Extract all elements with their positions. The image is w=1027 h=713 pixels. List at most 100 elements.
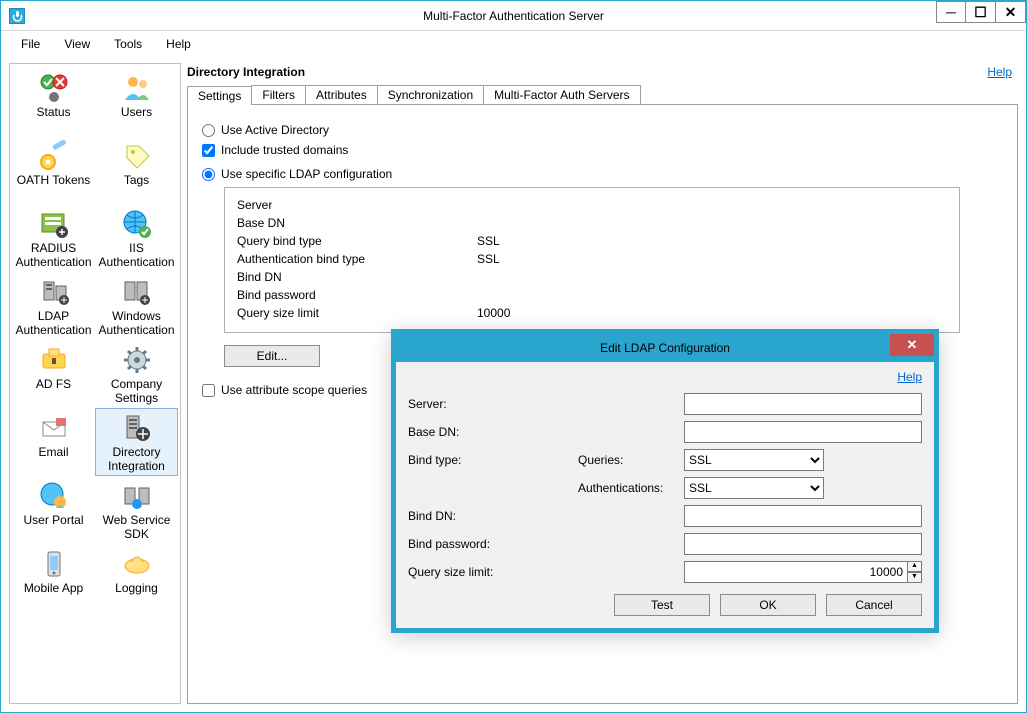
use-ad-radio[interactable] <box>202 124 215 137</box>
close-button[interactable]: ✕ <box>996 1 1026 23</box>
sidebar-item-label: Windows Authentication <box>98 310 175 338</box>
use-ldap-row: Use specific LDAP configuration <box>202 167 1003 181</box>
body: Status Users OATH Tokens Tags RADIUS Aut… <box>1 57 1026 712</box>
tag-icon <box>121 140 153 172</box>
sidebar: Status Users OATH Tokens Tags RADIUS Aut… <box>9 63 181 704</box>
dlg-queries-label: Queries: <box>578 453 684 467</box>
menu-file[interactable]: File <box>11 35 50 53</box>
status-icon <box>38 72 70 104</box>
edit-ldap-dialog: Edit LDAP Configuration ✕ Help Server: B… <box>391 329 939 633</box>
tab-settings[interactable]: Settings <box>187 86 252 105</box>
dlg-bindpw-label: Bind password: <box>408 537 578 551</box>
sdk-icon <box>121 480 153 512</box>
use-ldap-label: Use specific LDAP configuration <box>221 167 392 181</box>
portal-icon <box>38 480 70 512</box>
dlg-queries-select[interactable]: SSL <box>684 449 824 471</box>
sidebar-item-email[interactable]: Email <box>12 408 95 476</box>
edit-button[interactable]: Edit... <box>224 345 320 367</box>
sidebar-item-label: RADIUS Authentication <box>15 242 92 270</box>
sidebar-item-sdk[interactable]: Web Service SDK <box>95 476 178 544</box>
sidebar-item-tags[interactable]: Tags <box>95 136 178 204</box>
sidebar-item-label: Company Settings <box>98 378 175 406</box>
help-link[interactable]: Help <box>987 65 1018 79</box>
sidebar-item-directory[interactable]: Directory Integration <box>95 408 178 476</box>
key-icon <box>38 140 70 172</box>
app-icon <box>9 8 25 24</box>
dialog-help-link[interactable]: Help <box>408 370 922 384</box>
dlg-auth-select[interactable]: SSL <box>684 477 824 499</box>
spin-up[interactable]: ▲ <box>907 561 922 572</box>
use-ldap-radio[interactable] <box>202 168 215 181</box>
ldap-basedn-key: Base DN <box>237 214 477 232</box>
dlg-bindpw-input[interactable] <box>684 533 922 555</box>
sidebar-item-logging[interactable]: Logging <box>95 544 178 612</box>
sidebar-item-label: Directory Integration <box>98 446 175 474</box>
sidebar-item-label: Status <box>36 106 70 120</box>
sidebar-item-company[interactable]: Company Settings <box>95 340 178 408</box>
ldap-abind-val: SSL <box>477 250 500 268</box>
cancel-button[interactable]: Cancel <box>826 594 922 616</box>
sidebar-item-label: LDAP Authentication <box>15 310 92 338</box>
iis-icon <box>121 208 153 240</box>
mail-icon <box>38 412 70 444</box>
dlg-basedn-label: Base DN: <box>408 425 578 439</box>
titlebar: Multi-Factor Authentication Server ─ ☐ ✕ <box>1 1 1026 31</box>
sidebar-item-label: Tags <box>124 174 149 188</box>
sidebar-item-users[interactable]: Users <box>95 68 178 136</box>
gear-icon <box>121 344 153 376</box>
attr-scope-checkbox[interactable] <box>202 384 215 397</box>
sidebar-item-status[interactable]: Status <box>12 68 95 136</box>
dlg-auth-label: Authentications: <box>578 481 684 495</box>
sidebar-item-mobile[interactable]: Mobile App <box>12 544 95 612</box>
window-buttons: ─ ☐ ✕ <box>936 1 1026 23</box>
spin-down[interactable]: ▼ <box>907 572 922 583</box>
sidebar-item-oath[interactable]: OATH Tokens <box>12 136 95 204</box>
menu-help[interactable]: Help <box>156 35 201 53</box>
sidebar-item-iis[interactable]: IIS Authentication <box>95 204 178 272</box>
dlg-server-input[interactable] <box>684 393 922 415</box>
tabs: Settings Filters Attributes Synchronizat… <box>187 85 1018 104</box>
ldap-qsize-key: Query size limit <box>237 304 477 322</box>
ldap-server-key: Server <box>237 196 477 214</box>
sidebar-item-ldap[interactable]: LDAP Authentication <box>12 272 95 340</box>
dialog-buttons: Test OK Cancel <box>408 594 922 616</box>
test-button[interactable]: Test <box>614 594 710 616</box>
sidebar-item-label: User Portal <box>23 514 83 528</box>
dlg-qsize-input[interactable] <box>684 561 908 583</box>
dialog-close-button[interactable]: ✕ <box>890 334 934 356</box>
dialog-body: Help Server: Base DN: Bind type:Queries:… <box>396 362 934 628</box>
sidebar-item-label: IIS Authentication <box>98 242 175 270</box>
tab-sync[interactable]: Synchronization <box>377 85 484 104</box>
tab-filters[interactable]: Filters <box>251 85 306 104</box>
menu-view[interactable]: View <box>54 35 100 53</box>
dlg-basedn-input[interactable] <box>684 421 922 443</box>
use-ad-row: Use Active Directory <box>202 123 1003 137</box>
windows-icon <box>121 276 153 308</box>
use-ad-label: Use Active Directory <box>221 123 329 137</box>
ldap-qbind-key: Query bind type <box>237 232 477 250</box>
tab-mfaservers[interactable]: Multi-Factor Auth Servers <box>483 85 640 104</box>
minimize-button[interactable]: ─ <box>936 1 966 23</box>
tab-attributes[interactable]: Attributes <box>305 85 378 104</box>
dlg-binddn-label: Bind DN: <box>408 509 578 523</box>
sidebar-item-userportal[interactable]: User Portal <box>12 476 95 544</box>
sidebar-item-radius[interactable]: RADIUS Authentication <box>12 204 95 272</box>
sidebar-item-label: Logging <box>115 582 158 596</box>
sidebar-item-windows-auth[interactable]: Windows Authentication <box>95 272 178 340</box>
ldap-icon <box>38 276 70 308</box>
page-title: Directory Integration <box>187 65 305 79</box>
dlg-binddn-input[interactable] <box>684 505 922 527</box>
window-title: Multi-Factor Authentication Server <box>1 9 1026 23</box>
ldap-binddn-key: Bind DN <box>237 268 477 286</box>
mobile-icon <box>38 548 70 580</box>
ok-button[interactable]: OK <box>720 594 816 616</box>
maximize-button[interactable]: ☐ <box>966 1 996 23</box>
include-trusted-checkbox[interactable] <box>202 144 215 157</box>
sidebar-item-adfs[interactable]: AD FS <box>12 340 95 408</box>
main-header: Directory Integration Help <box>187 63 1018 81</box>
dialog-titlebar: Edit LDAP Configuration ✕ <box>396 334 934 362</box>
adfs-icon <box>38 344 70 376</box>
sidebar-item-label: Users <box>121 106 152 120</box>
attr-scope-label: Use attribute scope queries <box>221 383 367 397</box>
menu-tools[interactable]: Tools <box>104 35 152 53</box>
